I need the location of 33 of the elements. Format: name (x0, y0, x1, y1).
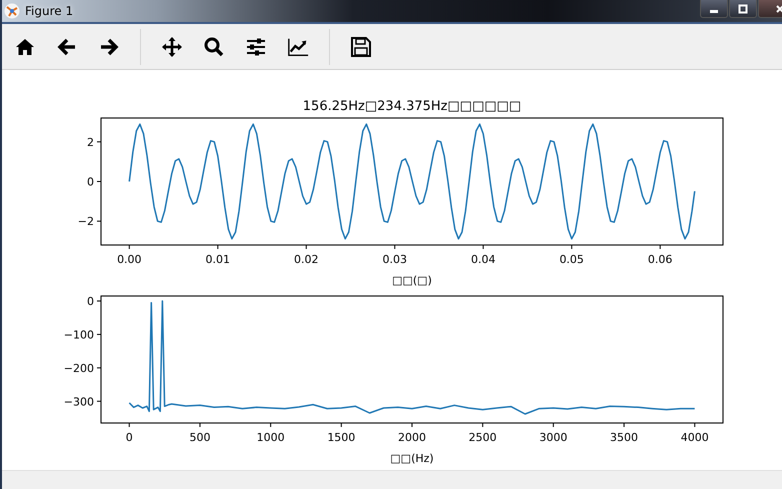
tick-label: 0 (87, 176, 94, 188)
tick-label: 2 (87, 136, 94, 149)
tick-label: 0.02 (294, 253, 319, 266)
tick-label: 0.05 (559, 253, 584, 266)
tick-label: −300 (64, 395, 94, 408)
tick-label: 3500 (610, 431, 638, 444)
tick-label: 0.01 (206, 253, 230, 266)
tick-label: −2 (78, 215, 94, 228)
maximize-button[interactable] (729, 0, 757, 18)
tick-label: 4000 (680, 431, 709, 444)
tick-label: 2000 (398, 431, 426, 444)
tick-label: 0 (126, 431, 133, 444)
tick-label: 500 (189, 431, 210, 444)
close-icon (775, 4, 782, 14)
maximize-icon (738, 4, 748, 14)
tick-label: 0.06 (648, 253, 672, 266)
tick-label: 1000 (256, 431, 285, 444)
minimize-button[interactable] (700, 0, 728, 18)
tick-label: 3000 (539, 431, 568, 444)
chart-title: 156.25Hz□234.375Hz□□□□□□ (302, 99, 522, 114)
tick-label: 0 (87, 295, 94, 308)
axis-label: □□(□) (392, 274, 432, 287)
minimize-icon (710, 10, 718, 12)
tick-label: −200 (64, 362, 94, 375)
tick-label: 1500 (327, 431, 356, 444)
axis-label: □□(Hz) (390, 452, 434, 465)
tick-label: 0.03 (382, 253, 407, 266)
tick-label: 0.00 (117, 253, 142, 266)
app-icon (4, 3, 20, 19)
tick-label: 0.04 (470, 253, 496, 266)
tick-label: 2500 (468, 431, 497, 444)
tick-label: −100 (64, 328, 94, 342)
window-title: Figure 1 (25, 4, 74, 18)
